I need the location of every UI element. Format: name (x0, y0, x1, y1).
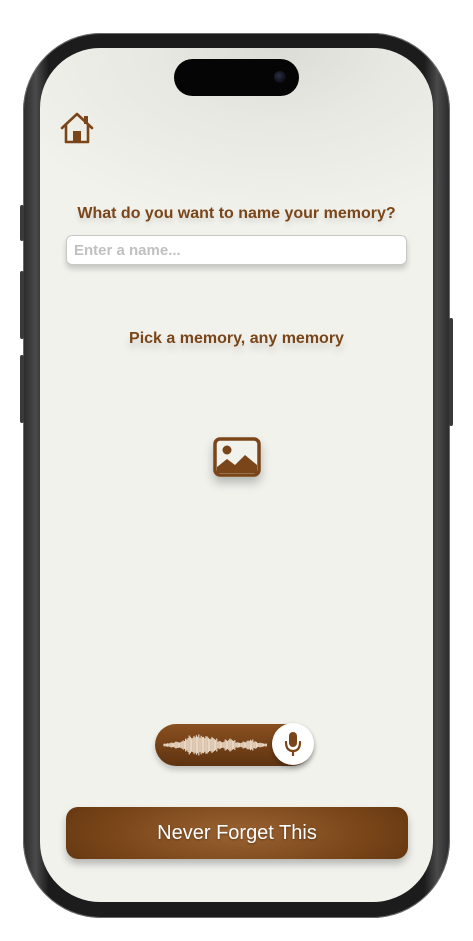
app-screen: What do you want to name your memory? Pi… (40, 48, 433, 902)
photo-icon (213, 437, 261, 477)
microphone-button[interactable] (272, 723, 314, 765)
pick-memory-label: Pick a memory, any memory (129, 330, 344, 347)
waveform-icon (163, 734, 267, 756)
volume-up-button (20, 271, 24, 339)
memory-name-input[interactable] (66, 235, 407, 265)
image-picker-button[interactable] (212, 436, 262, 478)
action-button (20, 205, 24, 241)
camera-icon (274, 71, 286, 83)
house-icon (60, 112, 94, 144)
volume-down-button (20, 355, 24, 423)
home-button[interactable] (58, 110, 96, 146)
dynamic-island (174, 59, 299, 96)
power-button (449, 318, 453, 426)
never-forget-button[interactable]: Never Forget This (66, 807, 408, 859)
microphone-icon (284, 732, 302, 756)
name-prompt: What do you want to name your memory? (77, 205, 396, 222)
